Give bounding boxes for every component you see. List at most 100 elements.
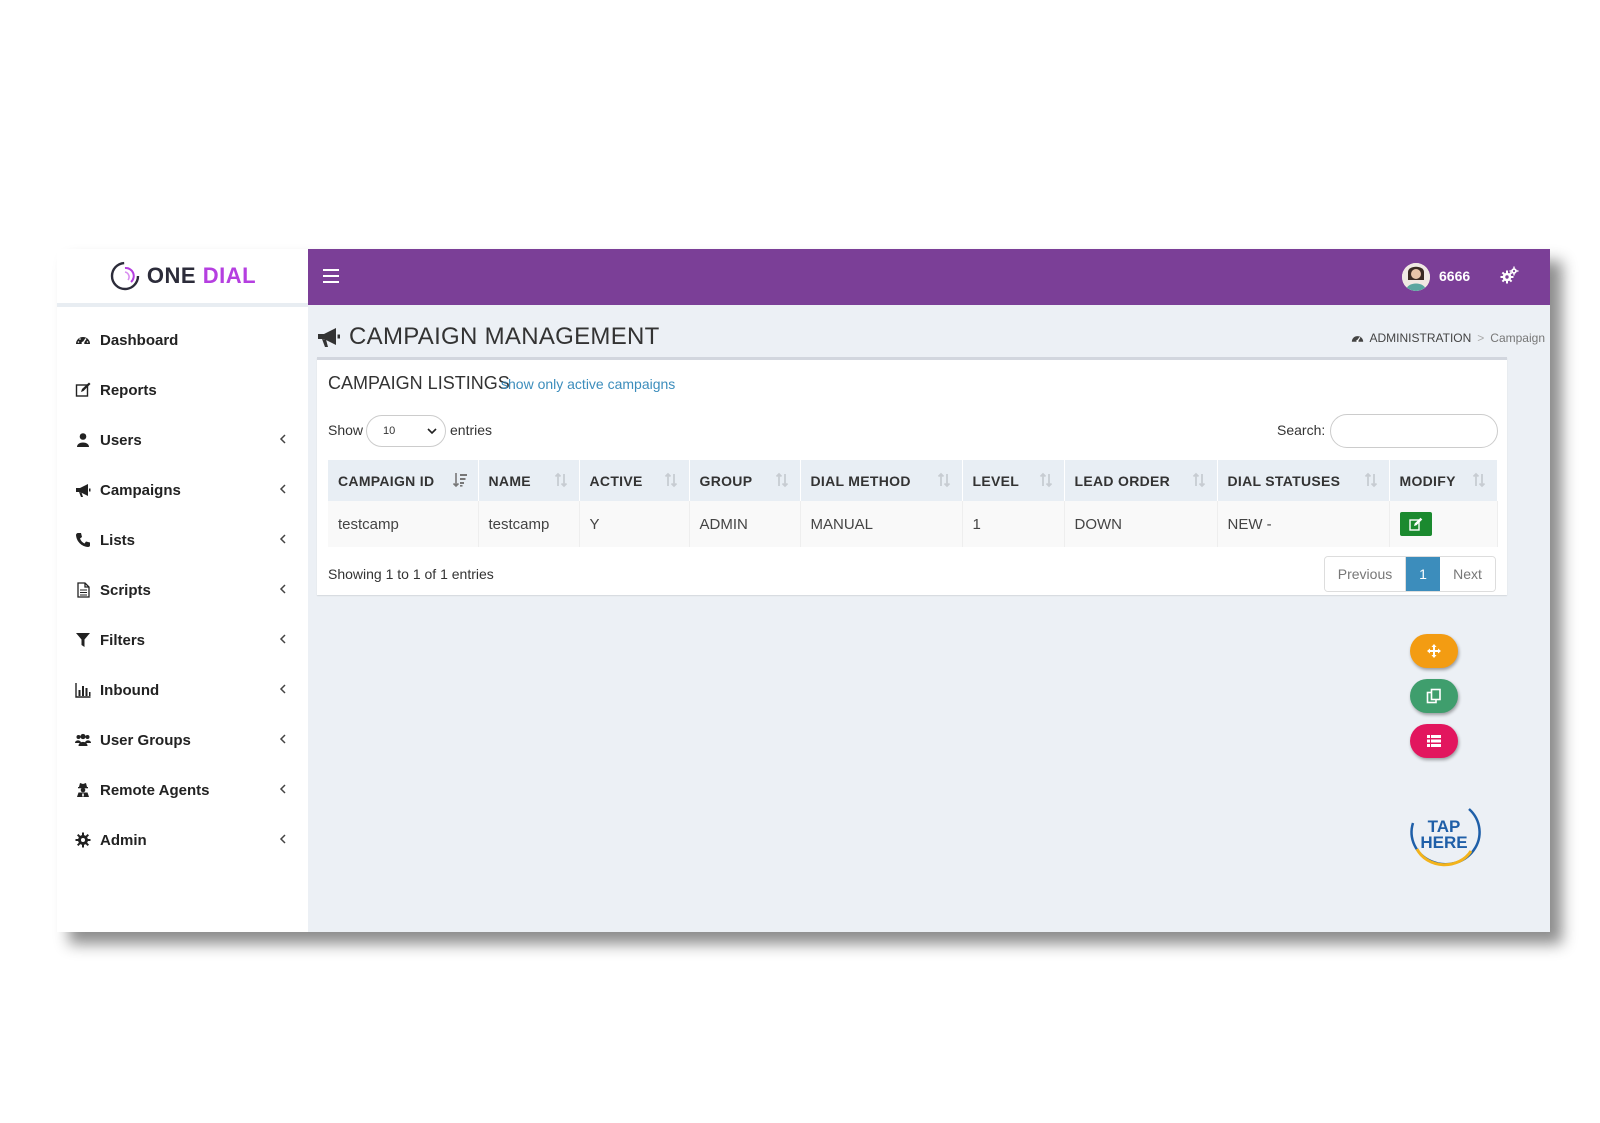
column-header-label: DIAL STATUSES: [1227, 472, 1341, 489]
chevron-left-icon: [279, 684, 286, 694]
column-header-level[interactable]: LEVEL: [962, 460, 1065, 501]
user-icon: [74, 432, 92, 448]
chevron-left-icon: [279, 784, 286, 794]
sort-icon: [775, 472, 788, 488]
sidebar-item-label: Filters: [100, 631, 146, 649]
list-icon: [1427, 735, 1441, 747]
column-header-dial-statuses[interactable]: DIAL STATUSES: [1217, 460, 1390, 501]
top-navbar: 6666: [308, 249, 1550, 305]
bar-chart-icon: [74, 682, 92, 698]
dashboard-icon: [74, 332, 92, 348]
sidebar-item-label: Inbound: [100, 681, 160, 699]
bullhorn-icon: [74, 482, 92, 498]
entries-per-page-select[interactable]: 10: [366, 415, 446, 447]
logo-text: ONE DIAL: [147, 263, 256, 289]
breadcrumb-separator: >: [1477, 331, 1485, 345]
menu-bar: [323, 281, 339, 283]
sort-icon: [554, 472, 567, 488]
sidebar-toggle-button[interactable]: [323, 269, 339, 283]
logo-text-one: ONE: [146, 263, 197, 288]
edit-icon: [74, 382, 92, 398]
sort-ascending-icon: [452, 473, 467, 488]
length-label-show: Show: [328, 422, 364, 438]
column-header-dial-method[interactable]: DIAL METHOD: [800, 460, 963, 501]
length-label-entries: entries: [450, 422, 493, 438]
breadcrumb-root[interactable]: ADMINISTRATION: [1370, 331, 1472, 345]
sort-icon: [664, 472, 677, 488]
previous-page-button[interactable]: Previous: [1325, 557, 1406, 591]
edit-campaign-button[interactable]: [1399, 512, 1432, 536]
copy-icon: [1426, 688, 1441, 704]
column-header-label: NAME: [488, 472, 531, 489]
tap-here-badge[interactable]: TAP HERE: [1405, 803, 1485, 871]
column-header-label: LEAD ORDER: [1074, 472, 1171, 489]
page-title-text: CAMPAIGN MANAGEMENT: [349, 323, 660, 350]
logo[interactable]: ONE DIAL: [57, 249, 308, 307]
search-input[interactable]: [1330, 414, 1498, 448]
sidebar-item-users[interactable]: Users: [57, 415, 308, 465]
table-header-row: CAMPAIGN ID NAME ACTIVE GROUP DIAL METHO…: [328, 460, 1498, 501]
column-header-label: LEVEL: [972, 472, 1020, 489]
avatar-icon: [1402, 263, 1430, 291]
sidebar-item-label: Users: [100, 431, 142, 449]
filter-icon: [74, 632, 92, 648]
chevron-left-icon: [279, 834, 286, 844]
sidebar-item-label: Reports: [100, 381, 157, 399]
sort-icon: [937, 472, 950, 488]
pagination: Previous 1 Next: [1324, 556, 1496, 592]
gears-icon[interactable]: [1499, 266, 1519, 286]
sidebar-item-admin[interactable]: Admin: [57, 815, 308, 865]
phone-icon: [74, 532, 92, 548]
sort-icon: [1192, 472, 1205, 488]
column-header-modify[interactable]: MODIFY: [1389, 460, 1498, 501]
column-header-campaign-id[interactable]: CAMPAIGN ID: [328, 460, 479, 501]
sort-icon: [1364, 472, 1377, 488]
column-header-label: MODIFY: [1399, 472, 1456, 489]
column-header-group[interactable]: GROUP: [689, 460, 801, 501]
gear-icon: [74, 832, 92, 848]
sidebar-item-campaigns[interactable]: Campaigns: [57, 465, 308, 515]
sidebar-item-inbound[interactable]: Inbound: [57, 665, 308, 715]
sidebar-item-user-groups[interactable]: User Groups: [57, 715, 308, 765]
user-secret-icon: [74, 782, 92, 798]
sidebar-item-scripts[interactable]: Scripts: [57, 565, 308, 615]
cell-modify: [1389, 501, 1498, 547]
edit-icon: [1408, 517, 1422, 531]
copy-action-button[interactable]: [1410, 679, 1458, 713]
column-header-lead-order[interactable]: LEAD ORDER: [1064, 460, 1218, 501]
page-button[interactable]: 1: [1406, 557, 1440, 591]
show-active-campaigns-link[interactable]: show only active campaigns: [501, 376, 675, 392]
column-header-name[interactable]: NAME: [478, 460, 580, 501]
chevron-left-icon: [279, 634, 286, 644]
table-info: Showing 1 to 1 of 1 entries: [328, 566, 494, 582]
cell-level: 1: [962, 501, 1065, 547]
avatar[interactable]: [1402, 263, 1430, 291]
search-label: Search:: [1277, 422, 1326, 438]
sidebar-item-label: Admin: [100, 831, 147, 849]
campaign-listings-box: CAMPAIGN LISTINGS show only active campa…: [317, 357, 1507, 595]
menu-bar: [323, 275, 339, 277]
entries-per-page-value: 10: [383, 425, 396, 437]
sidebar-item-label: Remote Agents: [100, 781, 210, 799]
cell-lead-order: DOWN: [1064, 501, 1218, 547]
sidebar-item-dashboard[interactable]: Dashboard: [57, 315, 308, 365]
next-page-button[interactable]: Next: [1440, 557, 1495, 591]
sidebar-item-label: Scripts: [100, 581, 151, 599]
user-name[interactable]: 6666: [1439, 268, 1470, 284]
chevron-down-icon: [427, 428, 437, 435]
column-header-active[interactable]: ACTIVE: [579, 460, 690, 501]
list-action-button[interactable]: [1410, 724, 1458, 758]
sidebar-item-label: Lists: [100, 531, 136, 549]
bullhorn-icon: [318, 328, 340, 347]
sidebar-item-lists[interactable]: Lists: [57, 515, 308, 565]
tap-here-text: TAP HERE: [1405, 818, 1483, 851]
sidebar-item-reports[interactable]: Reports: [57, 365, 308, 415]
sort-icon: [1472, 472, 1485, 488]
move-action-button[interactable]: [1410, 634, 1458, 668]
arrows-icon: [1427, 644, 1441, 658]
sidebar-item-filters[interactable]: Filters: [57, 615, 308, 665]
column-header-label: CAMPAIGN ID: [338, 472, 435, 489]
cell-campaign-id: testcamp: [328, 501, 479, 547]
logo-mark-icon: [110, 261, 140, 291]
sidebar-item-remote-agents[interactable]: Remote Agents: [57, 765, 308, 815]
